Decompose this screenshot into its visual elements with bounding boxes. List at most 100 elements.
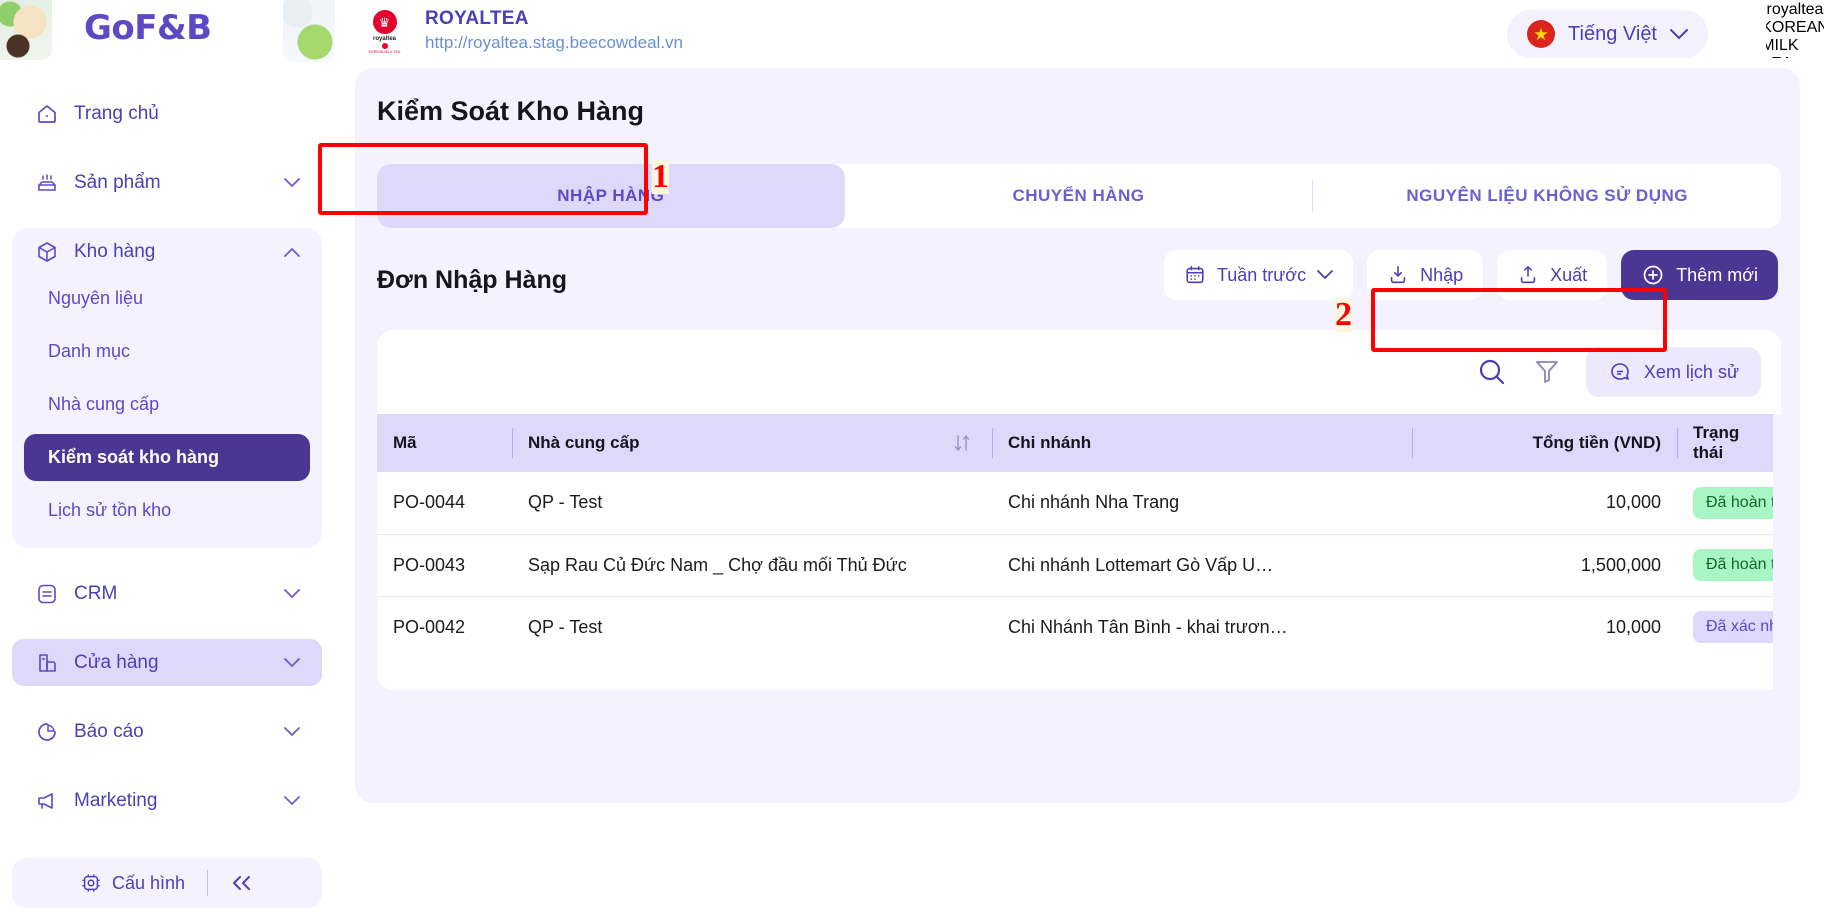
tenant-name: ROYALTEA <box>425 8 529 29</box>
page-title: Kiểm Soát Kho Hàng <box>377 96 645 126</box>
sidebar-item-marketing[interactable]: Marketing <box>12 777 322 824</box>
sidebar-item-danh-muc[interactable]: Danh mục <box>24 328 310 375</box>
cell-total: 10,000 <box>1412 472 1677 535</box>
decorative-food-image-left <box>0 0 52 60</box>
date-range-picker[interactable]: Tuần trước <box>1163 250 1354 300</box>
column-header-tong-tien[interactable]: Tổng tiền (VND) <box>1412 414 1677 472</box>
decorative-food-image-right <box>283 0 335 62</box>
app-root: GoF&B ♛ royaltea KOREAN MILK TEA ROYALTE… <box>0 0 1830 912</box>
sidebar-subitem-label: Nhà cung cấp <box>48 394 160 414</box>
sidebar-subitem-label: Kiểm soát kho hàng <box>48 447 220 467</box>
sidebar-item-kiem-soat-kho-hang[interactable]: Kiểm soát kho hàng <box>24 434 310 481</box>
status-badge: Đã hoàn thành <box>1693 486 1781 519</box>
column-header-trang-thai[interactable]: Trạng thái <box>1677 414 1781 472</box>
table-row[interactable]: PO-0042 QP - Test Chi Nhánh Tân Bình - k… <box>377 596 1781 658</box>
chevron-down-icon <box>1670 28 1688 40</box>
tenant-logo-text: royaltea <box>372 36 396 42</box>
cell-branch: Chi nhánh Lottemart Gò Vấp U… <box>992 534 1412 597</box>
add-new-label: Thêm mới <box>1676 264 1758 285</box>
horizontal-scroll-edge[interactable] <box>1773 414 1781 690</box>
view-history-label: Xem lịch sử <box>1643 361 1739 382</box>
column-header-chi-nhanh[interactable]: Chi nhánh <box>992 414 1412 472</box>
column-label: Mã <box>393 433 417 452</box>
sidebar-item-crm[interactable]: CRM <box>12 570 322 617</box>
sidebar-item-trang-chu[interactable]: Trang chủ <box>12 90 322 137</box>
view-history-button[interactable]: Xem lịch sử <box>1585 347 1761 397</box>
chevron-down-icon <box>284 588 300 599</box>
cell-code: PO-0042 <box>393 616 466 637</box>
sidebar-item-label: Sản phẩm <box>74 171 161 193</box>
config-label: Cấu hình <box>111 872 186 893</box>
table-header-row: Mã Nhà cung cấp Chi nhánh Tổng tiền (VND… <box>377 414 1781 472</box>
column-label: Nhà cung cấp <box>528 433 640 452</box>
cell-total: 10,000 <box>1605 616 1661 637</box>
sidebar-item-san-pham[interactable]: Sản phẩm <box>12 159 322 206</box>
config-button[interactable]: Cấu hình <box>80 872 185 894</box>
table-body: PO-0044 QP - Test Chi nhánh Nha Trang 10… <box>377 472 1781 658</box>
status-badge: Đã hoàn thành <box>1693 549 1781 581</box>
top-header: GoF&B ♛ royaltea KOREAN MILK TEA ROYALTE… <box>0 0 1830 68</box>
cake-icon <box>34 170 60 196</box>
cell-status: Đã hoàn thành <box>1677 472 1781 535</box>
avatar-logo-subtext: KOREAN MILK TEA <box>1766 18 1824 59</box>
avatar[interactable]: ♛ royaltea KOREAN MILK TEA <box>1766 2 1824 58</box>
sidebar-item-lich-su-ton-kho[interactable]: Lịch sử tồn kho <box>24 487 310 534</box>
tab-chuyen-hang[interactable]: CHUYỂN HÀNG <box>845 164 1313 228</box>
sidebar-subitem-label: Nguyên liệu <box>48 288 144 308</box>
sidebar-item-label: Cửa hàng <box>74 651 159 673</box>
tenant-info: ROYALTEA http://royaltea.stag.beecowdeal… <box>425 8 683 53</box>
orders-table-card: Xem lịch sử Mã Nhà cung cấp Chi nhánh Tổ… <box>377 330 1781 690</box>
chevron-down-icon <box>284 177 300 188</box>
tab-nguyen-lieu-khong-su-dung[interactable]: NGUYÊN LIỆU KHÔNG SỬ DỤNG <box>1313 164 1781 228</box>
table-row[interactable]: PO-0043 Sạp Rau Củ Đức Nam _ Chợ đầu mối… <box>377 534 1781 597</box>
filter-funnel-icon[interactable] <box>1534 358 1560 386</box>
sidebar-item-label: Trang chủ <box>74 102 159 124</box>
annotation-box-2 <box>1371 288 1667 352</box>
gear-icon <box>80 872 102 894</box>
column-divider <box>1677 428 1678 458</box>
chevron-up-icon <box>284 247 300 257</box>
collapse-sidebar-button[interactable] <box>230 875 254 891</box>
column-divider <box>992 428 993 458</box>
pie-chart-icon <box>34 719 60 745</box>
search-icon[interactable] <box>1476 356 1508 388</box>
tenant-url[interactable]: http://royaltea.stag.beecowdeal.vn <box>425 33 683 53</box>
tab-label: NGUYÊN LIỆU KHÔNG SỬ DỤNG <box>1406 186 1688 205</box>
column-header-ma[interactable]: Mã <box>377 414 512 472</box>
sidebar-footer: Cấu hình <box>12 858 322 908</box>
cell-branch: Chi Nhánh Tân Bình - khai trươn… <box>1008 616 1288 637</box>
upload-icon <box>1517 264 1539 286</box>
sidebar-item-nha-cung-cap[interactable]: Nhà cung cấp <box>24 381 310 428</box>
column-label: Chi nhánh <box>1008 433 1092 452</box>
import-label: Nhập <box>1420 264 1464 285</box>
sidebar-item-label: Marketing <box>74 789 158 811</box>
sidebar: Trang chủ Sản phẩm Kho hàng Nguyên liệu … <box>0 68 334 912</box>
sidebar-subitem-label: Danh mục <box>48 341 131 361</box>
calendar-icon <box>1184 264 1206 286</box>
tab-label: CHUYỂN HÀNG <box>1012 186 1145 205</box>
annotation-box-1 <box>318 143 648 215</box>
tenant-logo-dot <box>381 43 388 49</box>
language-label: Tiếng Việt <box>1568 22 1657 45</box>
column-header-nha-cung-cap[interactable]: Nhà cung cấp <box>512 414 992 472</box>
vietnam-flag-icon: ★ <box>1527 20 1556 48</box>
table-row[interactable]: PO-0044 QP - Test Chi nhánh Nha Trang 10… <box>377 472 1781 535</box>
sidebar-item-cua-hang[interactable]: Cửa hàng <box>12 639 322 686</box>
download-icon <box>1387 264 1409 286</box>
sort-icon[interactable] <box>954 433 970 453</box>
cell-code: PO-0043 <box>377 534 512 597</box>
column-label: Tổng tiền (VND) <box>1532 433 1661 452</box>
cell-status: Đã hoàn thành <box>1677 534 1781 597</box>
sidebar-item-nguyen-lieu[interactable]: Nguyên liệu <box>24 275 310 322</box>
section-title: Đơn Nhập Hàng <box>377 266 567 294</box>
language-selector[interactable]: ★ Tiếng Việt <box>1507 10 1708 58</box>
store-icon <box>34 650 60 676</box>
history-icon <box>1608 360 1632 384</box>
sidebar-item-kho-hang[interactable]: Kho hàng <box>12 228 322 275</box>
cell-supplier: Sạp Rau Củ Đức Nam _ Chợ đầu mối Thủ Đức <box>512 534 992 597</box>
chevron-down-icon <box>1317 270 1334 280</box>
crown-icon: ♛ <box>372 10 397 34</box>
home-icon <box>34 101 60 127</box>
sidebar-item-label: Báo cáo <box>74 720 144 742</box>
sidebar-item-bao-cao[interactable]: Báo cáo <box>12 708 322 755</box>
